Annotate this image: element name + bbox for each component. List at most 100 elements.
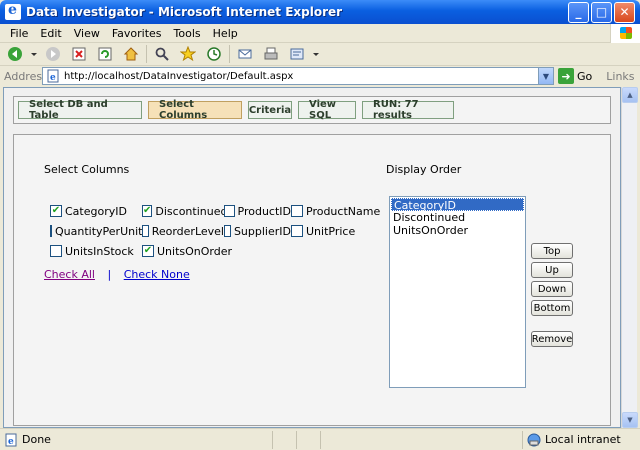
column-checkbox-grid: ✔ CategoryID ✔ Discontinued ProductID Pr… xyxy=(50,201,380,261)
windows-logo-icon xyxy=(610,23,640,43)
toolbar-divider xyxy=(229,45,230,63)
checkbox-productid[interactable]: ProductID xyxy=(224,205,291,218)
checkbox-unitsinstock[interactable]: UnitsInStock xyxy=(50,245,142,258)
scroll-down-icon[interactable]: ▼ xyxy=(622,412,638,428)
checkbox-label: Discontinued xyxy=(155,204,228,218)
tab-criteria[interactable]: Criteria xyxy=(248,101,292,119)
status-cell xyxy=(296,430,320,449)
checkbox-box[interactable]: ✔ xyxy=(142,205,153,217)
list-item[interactable]: UnitsOnOrder xyxy=(391,224,524,237)
checkbox-box[interactable] xyxy=(142,225,149,237)
checkbox-box[interactable] xyxy=(50,225,52,237)
display-order-heading: Display Order xyxy=(386,163,462,176)
links-label[interactable]: Links xyxy=(606,70,634,83)
menu-bar: File Edit View Favorites Tools Help xyxy=(0,23,640,43)
remove-button[interactable]: Remove xyxy=(531,331,573,347)
move-bottom-button[interactable]: Bottom xyxy=(531,300,573,316)
home-icon[interactable] xyxy=(120,44,142,64)
move-down-button[interactable]: Down xyxy=(531,281,573,297)
scroll-up-icon[interactable]: ▲ xyxy=(622,87,638,103)
checkbox-box[interactable] xyxy=(50,245,62,257)
status-text: Done xyxy=(22,433,51,446)
page-done-icon: e xyxy=(5,433,17,447)
tab-view-sql[interactable]: View SQL xyxy=(298,99,356,121)
forward-icon[interactable] xyxy=(42,44,64,64)
display-order-listbox[interactable]: CategoryID Discontinued UnitsOnOrder xyxy=(389,196,526,388)
menu-help[interactable]: Help xyxy=(207,27,244,40)
checkbox-box[interactable] xyxy=(291,225,303,237)
page-icon: e xyxy=(47,69,59,83)
checkbox-box[interactable] xyxy=(224,225,231,237)
menu-edit[interactable]: Edit xyxy=(34,27,67,40)
minimize-button[interactable]: _ xyxy=(568,1,589,23)
tab-select-columns[interactable]: Select Columns xyxy=(148,99,242,121)
status-cell xyxy=(320,430,344,449)
intranet-icon xyxy=(527,433,541,446)
window-title: Data Investigator - Microsoft Internet E… xyxy=(26,5,343,19)
search-icon[interactable] xyxy=(151,44,173,64)
check-all-link[interactable]: Check All xyxy=(44,268,95,281)
checkbox-box[interactable]: ✔ xyxy=(142,245,154,257)
checkbox-label: UnitsOnOrder xyxy=(157,244,233,258)
maximize-button[interactable]: □ xyxy=(591,1,612,23)
select-columns-panel: Select Columns Display Order ✔ CategoryI… xyxy=(13,134,611,426)
address-url: http://localhost/DataInvestigator/Defaul… xyxy=(64,70,294,82)
refresh-icon[interactable] xyxy=(94,44,116,64)
checkbox-categoryid[interactable]: ✔ CategoryID xyxy=(50,205,142,218)
checkbox-supplierid[interactable]: SupplierID xyxy=(224,225,291,238)
move-top-button[interactable]: Top xyxy=(531,243,573,259)
menu-view[interactable]: View xyxy=(68,27,106,40)
checkbox-discontinued[interactable]: ✔ Discontinued xyxy=(142,204,228,218)
list-item[interactable]: CategoryID xyxy=(391,198,524,212)
checkbox-productname[interactable]: ProductName xyxy=(291,205,380,218)
svg-text:e: e xyxy=(50,73,56,83)
menu-file[interactable]: File xyxy=(4,27,34,40)
list-item[interactable]: Discontinued xyxy=(391,211,524,224)
tab-run[interactable]: RUN: 77 results xyxy=(362,99,454,121)
toolbar-divider xyxy=(146,45,147,63)
stop-icon[interactable] xyxy=(68,44,90,64)
standard-toolbar xyxy=(0,43,640,66)
checkbox-label: ReorderLevel xyxy=(151,224,224,238)
tab-select-db-and-table[interactable]: Select DB and Table xyxy=(18,99,142,121)
vertical-scrollbar[interactable]: ▲ ▼ xyxy=(621,87,638,428)
edit-icon[interactable] xyxy=(286,44,308,64)
history-icon[interactable] xyxy=(203,44,225,64)
menu-tools[interactable]: Tools xyxy=(168,27,207,40)
select-columns-heading: Select Columns xyxy=(44,163,130,176)
window-title-bar[interactable]: Data Investigator - Microsoft Internet E… xyxy=(0,0,640,24)
print-icon[interactable] xyxy=(260,44,282,64)
checkbox-label: QuantityPerUnit xyxy=(55,224,143,238)
back-icon[interactable] xyxy=(4,44,26,64)
address-input[interactable]: e http://localhost/DataInvestigator/Defa… xyxy=(42,67,554,85)
checkbox-label: UnitPrice xyxy=(306,224,356,238)
checkbox-label: ProductID xyxy=(237,204,291,218)
favorites-icon[interactable] xyxy=(177,44,199,64)
checkbox-box[interactable]: ✔ xyxy=(50,205,62,217)
go-arrow-icon: ➜ xyxy=(558,68,574,84)
back-dropdown-icon[interactable] xyxy=(30,44,38,64)
check-links: Check All | Check None xyxy=(44,268,190,281)
move-up-button[interactable]: Up xyxy=(531,262,573,278)
zone-label: Local intranet xyxy=(545,433,621,446)
go-button[interactable]: ➜ Go xyxy=(558,68,592,84)
wizard-tab-strip: Select DB and Table Select Columns Crite… xyxy=(13,96,611,124)
link-separator: | xyxy=(107,268,112,281)
checkbox-quantityperunit[interactable]: QuantityPerUnit xyxy=(50,225,142,238)
checkbox-unitprice[interactable]: UnitPrice xyxy=(291,225,355,238)
menu-favorites[interactable]: Favorites xyxy=(106,27,168,40)
checkbox-box[interactable] xyxy=(291,205,303,217)
go-label: Go xyxy=(577,69,593,83)
status-cell xyxy=(272,430,296,449)
checkbox-label: SupplierID xyxy=(233,224,291,238)
edit-dropdown-icon[interactable] xyxy=(312,44,320,64)
close-button[interactable]: ✕ xyxy=(614,1,635,23)
security-zone: Local intranet xyxy=(522,430,640,449)
checkbox-box[interactable] xyxy=(224,205,235,217)
checkbox-reorderlevel[interactable]: ReorderLevel xyxy=(142,225,224,238)
address-dropdown-icon[interactable]: ▼ xyxy=(538,68,553,84)
mail-icon[interactable] xyxy=(234,44,256,64)
address-bar: Address e http://localhost/DataInvestiga… xyxy=(0,66,640,86)
check-none-link[interactable]: Check None xyxy=(124,268,190,281)
checkbox-unitsonorder[interactable]: ✔ UnitsOnOrder xyxy=(142,245,232,258)
